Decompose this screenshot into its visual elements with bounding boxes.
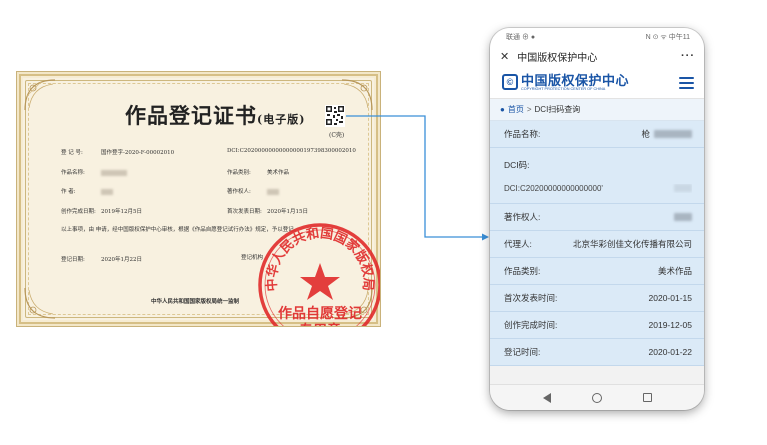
app-bar: ✕ 中国版权保护中心 ··· [490,45,704,67]
cert-row-first-pub-date: 首次发表日期: 2020年1月15日 [227,209,308,215]
corner-ornament [341,79,373,111]
field-dci-code: DCI码: DCI:C20200000000000000' [490,148,704,204]
field-copyright-owner: 著作权人: [490,204,704,231]
field-work-name: 作品名称: 枪 [490,121,704,148]
copyright-logo-icon: © [502,74,518,91]
field-value: 2019-12-05 [648,320,692,330]
status-left: 联通 ⊕ ● [506,33,536,41]
field-label: 首次发表时间: [504,293,558,303]
svg-text:作品自愿登记: 作品自愿登记 [278,305,362,322]
field-completion-time: 创作完成时间: 2019-12-05 [490,312,704,339]
status-bar: 联通 ⊕ ● N ⊙ ᯤ 中午11 [490,28,704,45]
redacted-value [101,188,113,195]
certificate-image: 作品登记证书(电子版) (C壳) 登 记 号: 国作登字-2020-F-00002… [16,71,381,327]
logo-english-name: COPYRIGHT PROTECTION CENTER OF CHINA [521,86,606,91]
back-icon[interactable] [542,392,551,403]
app-bar-title: 中国版权保护中心 [517,52,598,64]
field-value: 2020-01-15 [648,293,692,303]
field-value: 枪 [641,129,650,139]
redacted-value [267,188,279,195]
qr-label: (C壳) [329,132,345,139]
field-label: 代理人: [504,239,532,249]
breadcrumb: ● 首页 > DCI扫码查询 [490,99,704,121]
phone-mockup: 联通 ⊕ ● N ⊙ ᯤ 中午11 ✕ 中国版权保护中心 ··· © 中国版权保… [490,28,704,410]
location-pin-icon: ● [500,105,505,114]
cert-row-dci: DCI:C20200000000000000197398300002010 [227,148,356,154]
field-label: 著作权人: [504,212,541,222]
hamburger-menu-icon[interactable] [679,76,694,89]
redacted-value [101,169,127,176]
certificate-footer: 中华人民共和国国家版权局统一监制 [151,299,240,305]
qr-code-icon [325,105,345,127]
field-label: 创作完成时间: [504,320,558,330]
cert-row-author: 作 者: [61,187,113,195]
breadcrumb-separator: > [526,105,532,114]
field-first-publish-time: 首次发表时间: 2020-01-15 [490,285,704,312]
system-navigation-bar [490,384,704,410]
recent-apps-icon[interactable] [642,393,652,402]
redacted-value [674,184,692,192]
svg-text:专用章: 专用章 [299,322,341,327]
field-label: 作品类别: [504,266,541,276]
field-category: 作品类别: 美术作品 [490,258,704,285]
certificate-title: 作品登记证书(电子版) [125,103,306,128]
field-value: 北京华彩创佳文化传播有限公司 [572,239,692,249]
home-icon[interactable] [591,392,602,403]
field-value: 美术作品 [657,266,692,276]
official-seal-stamp: 中华人民共和国国家版权局 作品自愿登记 专用章 [258,223,380,327]
redacted-value [654,130,692,138]
logo-chinese-name: 中国版权保护中心 [521,72,630,88]
field-value: DCI:C20200000000000000' [504,183,603,193]
cert-row-completed-date: 创作完成日期: 2019年12月5日 [61,209,142,215]
cert-row-reg-number: 登 记 号: 国作登字-2020-F-00002010 [61,150,175,156]
field-registration-time: 登记时间: 2020-01-22 [490,339,704,366]
field-label: 作品名称: [504,129,541,139]
cert-row-owner: 著作权人: [227,187,279,195]
cert-row-work-name: 作品名称: [61,168,127,176]
field-label: DCI码: [504,159,530,170]
corner-ornament [24,79,56,111]
field-label: 登记时间: [504,347,541,357]
dci-result-list: 作品名称: 枪 DCI码: DCI:C20200000000000000' 著作… [490,121,704,366]
breadcrumb-current: DCI扫码查询 [534,105,581,114]
site-header: © 中国版权保护中心 COPYRIGHT PROTECTION CENTER O… [490,67,704,99]
close-icon[interactable]: ✕ [500,50,509,63]
corner-ornament [24,287,56,319]
field-agent: 代理人: 北京华彩创佳文化传播有限公司 [490,231,704,258]
status-right: N ⊙ ᯤ 中午11 [645,33,690,41]
cert-row-reg-date: 登记日期: 2020年1月22日 [61,257,142,263]
more-options-icon[interactable]: ··· [681,50,695,62]
field-value: 2020-01-22 [648,347,692,357]
breadcrumb-home-link[interactable]: 首页 [508,104,524,115]
cert-row-category: 作品类别: 美术作品 [227,170,290,176]
redacted-value [674,213,692,221]
site-logo[interactable]: © 中国版权保护中心 COPYRIGHT PROTECTION CENTER O… [502,74,629,92]
